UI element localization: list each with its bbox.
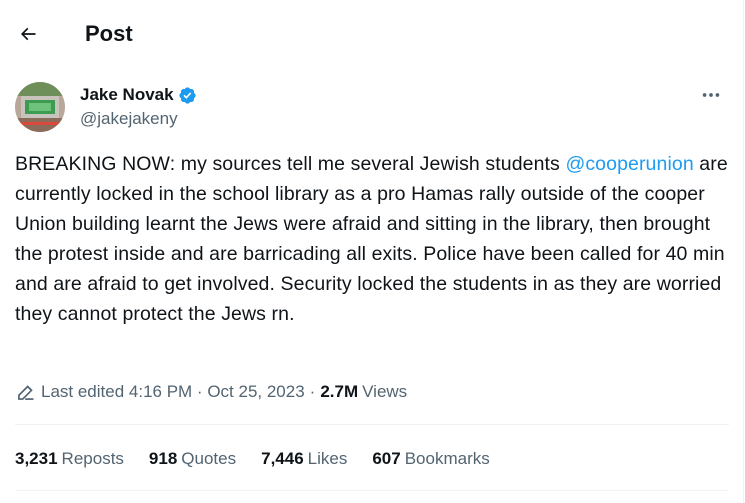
avatar-image (15, 82, 65, 132)
author-name[interactable]: Jake Novak (80, 84, 174, 106)
reposts-stat[interactable]: 3,231 Reposts (15, 447, 124, 471)
author-handle[interactable]: @jakejakeny (80, 108, 178, 130)
likes-stat[interactable]: 7,446 Likes (261, 447, 347, 471)
reposts-label: Reposts (61, 449, 124, 468)
quotes-count: 918 (148, 449, 178, 468)
arrow-left-icon (20, 27, 36, 41)
more-horizontal-icon (702, 93, 720, 97)
views-count: 2.7M (320, 382, 359, 401)
likes-count: 7,446 (261, 449, 304, 468)
post-text-part: are currently locked in the school libra… (15, 153, 728, 325)
pencil-icon[interactable] (15, 382, 37, 402)
meta-separator: · (309, 382, 316, 401)
edited-timestamp[interactable]: Last edited 4:16 PM · Oct 25, 2023 (41, 380, 305, 404)
divider (15, 424, 729, 425)
author-name-row: Jake Novak (80, 84, 197, 106)
reposts-count: 3,231 (15, 449, 58, 468)
engagement-stats: 3,231 Reposts 918 Quotes 7,446 Likes 607 Boo… (15, 447, 515, 471)
quotes-label: Quotes (181, 449, 237, 468)
verified-badge-icon[interactable] (178, 86, 197, 105)
mention-link[interactable]: @cooperunion (565, 153, 693, 175)
avatar[interactable] (15, 82, 65, 132)
quotes-stat[interactable]: 918 Quotes (149, 447, 236, 471)
views-label: Views (362, 382, 408, 401)
post-view: Post Jake Novak @jakejakeny BREAKING NOW… (0, 0, 744, 503)
more-options-button[interactable] (694, 84, 728, 106)
post-meta: Last edited 4:16 PM · Oct 25, 2023 · 2.7… (15, 380, 407, 404)
page-title: Post (85, 21, 133, 46)
likes-label: Likes (307, 449, 348, 468)
divider (15, 490, 729, 491)
post-text: BREAKING NOW: my sources tell me several… (15, 149, 735, 329)
bookmarks-stat[interactable]: 607 Bookmarks (372, 447, 489, 471)
back-button[interactable] (12, 18, 44, 50)
bookmarks-count: 607 (372, 449, 401, 468)
bookmarks-label: Bookmarks (404, 449, 490, 468)
post-text-part: BREAKING NOW: my sources tell me several… (15, 153, 566, 175)
post-header: Post (0, 0, 744, 68)
